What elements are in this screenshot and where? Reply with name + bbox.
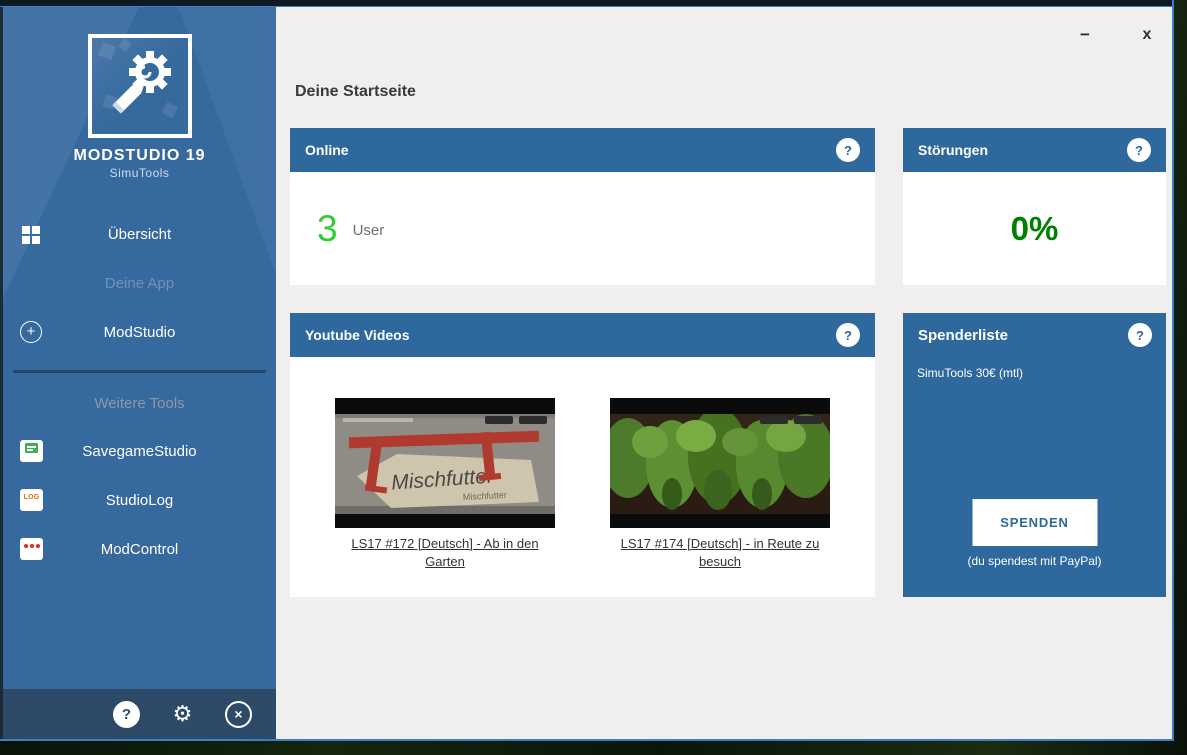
window-controls: − x (1077, 25, 1155, 45)
sidebar-section-weitere-tools: Weitere Tools (3, 395, 276, 412)
sidebar-item-uebersicht[interactable]: Übersicht (3, 210, 276, 259)
spenderliste-card: Spenderliste ? SimuTools 30€ (mtl) SPEND… (903, 313, 1166, 597)
sidebar-nav: Übersicht Deine App + ModStudio (3, 210, 276, 357)
help-icon[interactable]: ? (836, 323, 860, 347)
help-icon[interactable]: ? (1128, 323, 1152, 347)
help-button[interactable]: ? (113, 701, 140, 728)
online-user-count: 3 (317, 208, 338, 250)
sidebar-item-label: ModControl (101, 541, 179, 558)
online-card-header: Online ? (290, 128, 875, 172)
online-user-label: User (353, 222, 385, 239)
main-content: − x Deine Startseite Online ? 3 User (276, 8, 1172, 739)
log-icon: LOG (20, 489, 43, 511)
app-window: MODSTUDIO 19 SimuTools Übersicht Deine A… (0, 0, 1174, 741)
titlebar (0, 0, 1172, 7)
sidebar-divider (13, 370, 266, 373)
card-title: Störungen (918, 142, 988, 158)
gear-pencil-logo-icon (92, 38, 188, 134)
sidebar-item-label: StudioLog (106, 492, 174, 509)
close-button[interactable]: x (1139, 25, 1155, 45)
exit-button[interactable]: × (225, 701, 252, 728)
gear-icon: ⚙ (173, 701, 193, 727)
youtube-card: Youtube Videos ? Mischfutter Mischfut (290, 313, 875, 597)
app-title: MODSTUDIO 19 (3, 147, 276, 165)
sidebar-item-modcontrol[interactable]: ModControl (3, 525, 276, 574)
video-link[interactable]: LS17 #172 [Deutsch] - Ab in den Garten (335, 535, 555, 570)
youtube-card-body: Mischfutter Mischfutter (290, 357, 875, 597)
video-thumbnail[interactable] (610, 398, 830, 528)
donor-entry: SimuTools 30€ (mtl) (903, 366, 1166, 380)
sidebar-item-studiolog[interactable]: LOG StudioLog (3, 476, 276, 525)
youtube-card-header: Youtube Videos ? (290, 313, 875, 357)
app-subtitle: SimuTools (3, 166, 276, 180)
settings-button[interactable]: ⚙ (169, 701, 196, 728)
paypal-note: (du spendest mit PayPal) (903, 554, 1166, 568)
stoerungen-card-body: 0% (903, 172, 1166, 285)
sidebar-footer: ? ⚙ × (3, 689, 276, 739)
cards-row-2: Youtube Videos ? Mischfutter Mischfut (290, 313, 1166, 597)
cards-row-1: Online ? 3 User Störungen ? 0% (290, 128, 1166, 285)
sidebar-item-savegamestudio[interactable]: SavegameStudio (3, 427, 276, 476)
sidebar-item-label: Übersicht (108, 226, 171, 243)
minimize-button[interactable]: − (1077, 25, 1093, 45)
sidebar: MODSTUDIO 19 SimuTools Übersicht Deine A… (0, 7, 276, 739)
sidebar-item-label: Deine App (105, 275, 174, 292)
help-icon[interactable]: ? (836, 138, 860, 162)
stoerungen-percentage: 0% (1011, 210, 1059, 248)
video-item: Mischfutter Mischfutter (335, 398, 555, 597)
savegamestudio-icon (20, 440, 43, 462)
card-title: Youtube Videos (305, 327, 410, 343)
spenderliste-card-header: Spenderliste ? (903, 313, 1166, 357)
sidebar-tools: SavegameStudio LOG StudioLog ModControl (3, 427, 276, 574)
help-icon[interactable]: ? (1127, 138, 1151, 162)
sidebar-item-label: SavegameStudio (82, 443, 196, 460)
sidebar-item-modstudio[interactable]: + ModStudio (3, 308, 276, 357)
spenden-button[interactable]: SPENDEN (972, 499, 1097, 546)
video-item: LS17 #174 [Deutsch] - in Reute zu besuch (610, 398, 830, 597)
video-thumbnail[interactable]: Mischfutter Mischfutter (335, 398, 555, 528)
question-icon: ? (122, 706, 131, 723)
plus-circle-icon: + (20, 321, 42, 343)
page-title: Deine Startseite (295, 83, 1172, 101)
stoerungen-card: Störungen ? 0% (903, 128, 1166, 285)
stoerungen-card-header: Störungen ? (903, 128, 1166, 172)
close-icon: × (234, 706, 242, 722)
card-title: Online (305, 142, 349, 158)
online-card-body: 3 User (290, 172, 875, 285)
app-logo (88, 34, 192, 138)
video-link[interactable]: LS17 #174 [Deutsch] - in Reute zu besuch (610, 535, 830, 570)
sidebar-item-deine-app: Deine App (3, 259, 276, 308)
card-title: Spenderliste (918, 327, 1008, 344)
online-card: Online ? 3 User (290, 128, 875, 285)
sidebar-item-label: ModStudio (104, 324, 176, 341)
modcontrol-icon (20, 538, 43, 560)
grid-icon (22, 226, 41, 245)
